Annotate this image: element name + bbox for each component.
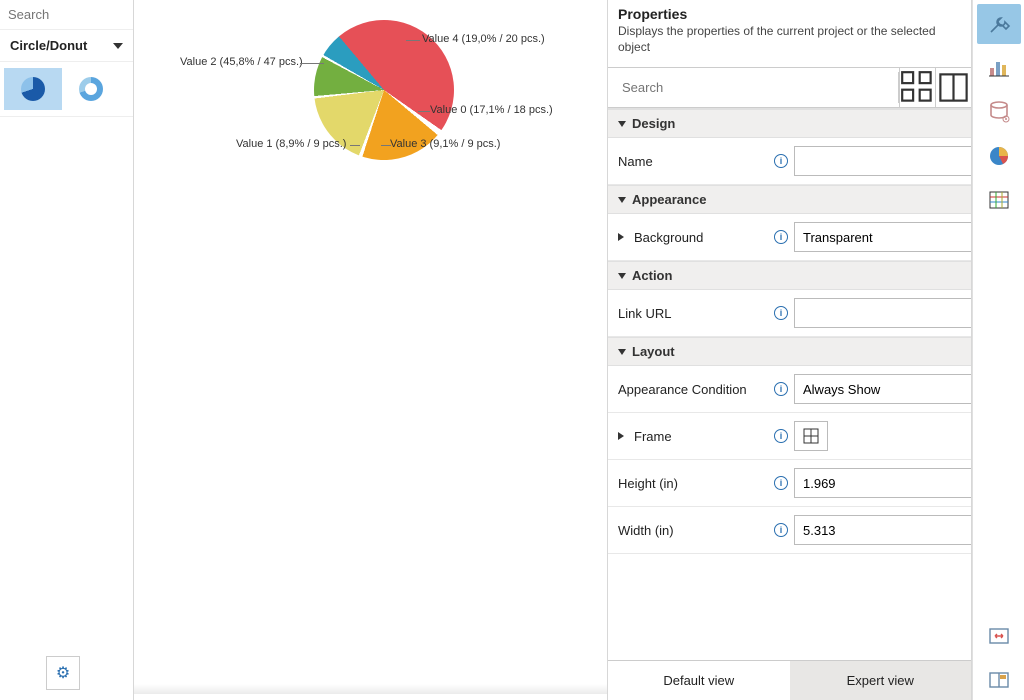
group-label: Appearance bbox=[632, 192, 706, 207]
properties-view-list-button[interactable] bbox=[935, 68, 971, 107]
chart-type-label: Circle/Donut bbox=[10, 38, 87, 53]
chevron-down-icon bbox=[618, 273, 626, 279]
linkurl-input[interactable] bbox=[794, 298, 971, 328]
info-icon[interactable]: i bbox=[774, 523, 788, 537]
chevron-right-icon[interactable] bbox=[618, 432, 628, 440]
group-action[interactable]: Action bbox=[608, 261, 971, 290]
tool-vsplit[interactable] bbox=[977, 660, 1021, 700]
properties-view-grid-button[interactable] bbox=[899, 68, 935, 107]
info-icon[interactable]: i bbox=[774, 154, 788, 168]
height-input[interactable] bbox=[794, 468, 971, 498]
properties-search-row bbox=[608, 67, 971, 108]
palette-search-input[interactable] bbox=[8, 7, 125, 22]
pie-slice-label: Value 1 (8,9% / 9 pcs.) bbox=[236, 138, 346, 150]
properties-description: Displays the properties of the current p… bbox=[618, 24, 961, 55]
info-icon[interactable]: i bbox=[774, 476, 788, 490]
prop-row-linkurl: Link URL i √x bbox=[608, 290, 971, 337]
background-input[interactable] bbox=[794, 222, 971, 252]
chevron-down-icon bbox=[618, 197, 626, 203]
prop-row-frame: Frame i bbox=[608, 413, 971, 460]
prop-label: Width (in) bbox=[618, 523, 674, 538]
wrench-icon bbox=[987, 12, 1011, 36]
frame-picker-button[interactable] bbox=[794, 421, 828, 451]
alpha-view-icon bbox=[936, 70, 971, 105]
tool-properties[interactable] bbox=[977, 4, 1021, 44]
prop-row-height: Height (in) i √x bbox=[608, 460, 971, 507]
pie-icon bbox=[21, 77, 45, 101]
gear-icon: ⚙ bbox=[56, 663, 70, 683]
vsplit-icon bbox=[987, 668, 1011, 692]
info-icon[interactable]: i bbox=[774, 382, 788, 396]
database-icon bbox=[987, 100, 1011, 124]
chevron-right-icon[interactable] bbox=[618, 233, 628, 241]
tool-barchart[interactable] bbox=[977, 48, 1021, 88]
prop-label: Name bbox=[618, 154, 653, 169]
thumb-pie[interactable] bbox=[4, 68, 62, 110]
pie-slice-label: Value 3 (9,1% / 9 pcs.) bbox=[390, 138, 500, 150]
bar-chart-icon bbox=[987, 56, 1011, 80]
prop-label: Frame bbox=[634, 429, 672, 444]
name-input[interactable] bbox=[794, 146, 971, 176]
pie-slice-label: Value 2 (45,8% / 47 pcs.) bbox=[180, 56, 303, 68]
tool-database[interactable] bbox=[977, 92, 1021, 132]
properties-search-input[interactable] bbox=[612, 72, 899, 103]
group-layout[interactable]: Layout bbox=[608, 337, 971, 366]
info-icon[interactable]: i bbox=[774, 230, 788, 244]
chart-type-header[interactable]: Circle/Donut bbox=[0, 30, 133, 62]
prop-label: Height (in) bbox=[618, 476, 678, 491]
table-icon bbox=[987, 188, 1011, 212]
property-view-tabs: Default view Expert view bbox=[608, 660, 971, 700]
pie-slice-label: Value 0 (17,1% / 18 pcs.) bbox=[430, 104, 553, 116]
left-panel: Circle/Donut ⚙ bbox=[0, 0, 134, 700]
pie-chart-icon bbox=[987, 144, 1011, 168]
tool-table[interactable] bbox=[977, 180, 1021, 220]
prop-label: Appearance Condition bbox=[618, 382, 747, 397]
width-input[interactable] bbox=[794, 515, 971, 545]
pie-graphic bbox=[285, 0, 482, 189]
properties-title: Properties bbox=[618, 6, 961, 22]
prop-row-name: Name i bbox=[608, 138, 971, 185]
group-label: Layout bbox=[632, 344, 675, 359]
prop-row-background: Background i bbox=[608, 214, 971, 261]
thumb-donut[interactable] bbox=[62, 68, 120, 110]
pie-slice-label: Value 4 (19,0% / 20 pcs.) bbox=[422, 33, 545, 45]
palette-settings-button[interactable]: ⚙ bbox=[46, 656, 80, 690]
group-design[interactable]: Design bbox=[608, 109, 971, 138]
tab-expert-view[interactable]: Expert view bbox=[790, 661, 972, 700]
tab-default-view[interactable]: Default view bbox=[608, 661, 790, 700]
prop-label: Link URL bbox=[618, 306, 671, 321]
chevron-down-icon bbox=[618, 121, 626, 127]
info-icon[interactable]: i bbox=[774, 306, 788, 320]
category-view-icon bbox=[900, 70, 935, 105]
donut-icon bbox=[79, 77, 103, 101]
tool-strip bbox=[972, 0, 1024, 700]
group-appearance[interactable]: Appearance bbox=[608, 185, 971, 214]
prop-row-width: Width (in) i √x bbox=[608, 507, 971, 554]
palette-search bbox=[0, 0, 133, 30]
chart-thumbs bbox=[0, 62, 133, 117]
properties-panel: Properties Displays the properties of th… bbox=[608, 0, 972, 700]
chevron-down-icon bbox=[113, 43, 123, 49]
group-label: Design bbox=[632, 116, 675, 131]
frame-icon bbox=[803, 428, 819, 444]
tool-piechart[interactable] bbox=[977, 136, 1021, 176]
properties-list: Design Name i Appearance Background i bbox=[608, 108, 971, 660]
hsplit-icon bbox=[987, 624, 1011, 648]
group-label: Action bbox=[632, 268, 672, 283]
info-icon[interactable]: i bbox=[774, 429, 788, 443]
appearance-condition-input[interactable] bbox=[794, 374, 971, 404]
tool-hsplit[interactable] bbox=[977, 616, 1021, 656]
design-canvas[interactable]: Value 2 (45,8% / 47 pcs.) Value 4 (19,0%… bbox=[134, 0, 608, 700]
prop-label: Background bbox=[634, 230, 703, 245]
chevron-down-icon bbox=[618, 349, 626, 355]
prop-row-appearance-condition: Appearance Condition i bbox=[608, 366, 971, 413]
